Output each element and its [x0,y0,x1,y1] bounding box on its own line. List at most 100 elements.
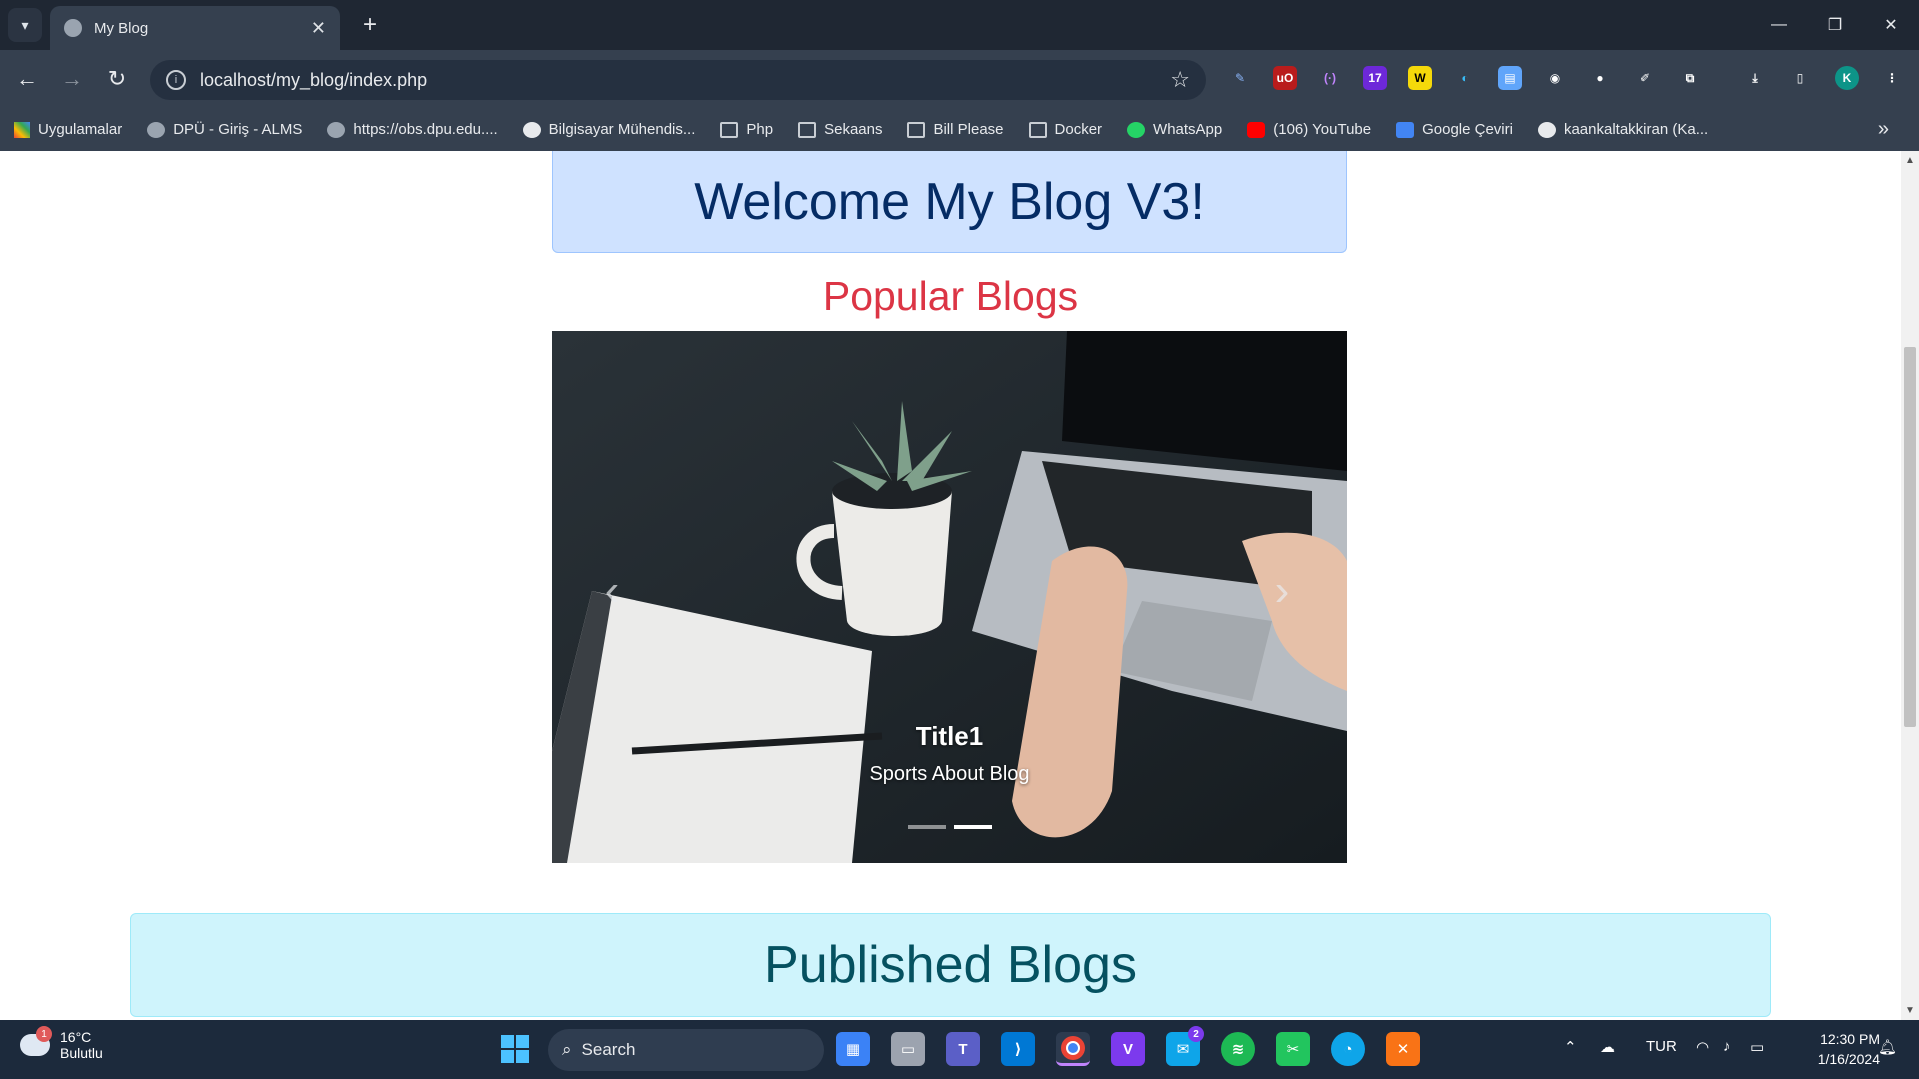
bookmark-label: Google Çeviri [1422,121,1513,138]
start-button[interactable] [498,1032,532,1066]
bookmark-folder-bill-please[interactable]: Bill Please [907,121,1004,138]
whatsapp-icon [1127,121,1146,138]
more-bookmarks-icon[interactable]: » [1878,118,1889,141]
menu-icon[interactable]: ⋮ [1880,66,1904,90]
carousel-indicator-1[interactable] [907,825,946,829]
bookmarks-bar: Uygulamalar DPÜ - Giriş - ALMS https://o… [0,108,1919,151]
ext-eyedropper-icon[interactable]: ✐ [1633,66,1657,90]
bookmark-folder-docker[interactable]: Docker [1028,121,1102,138]
ext-w-icon[interactable]: W [1408,66,1432,90]
tab-title: My Blog [94,19,149,37]
carousel-indicator-2[interactable] [953,825,992,829]
ext-pen-icon[interactable]: ✎ [1228,66,1252,90]
file-explorer-icon[interactable]: ▭ [891,1032,925,1066]
ext-circle-icon[interactable]: ◉ [1543,66,1567,90]
extensions-icon[interactable]: ⧉ [1678,66,1702,90]
popular-blogs-heading: Popular Blogs [822,273,1079,319]
teams-icon[interactable]: T [946,1032,980,1066]
ext-doc-icon[interactable]: ▤ [1498,66,1522,90]
minimize-button[interactable]: — [1751,0,1807,50]
blog-carousel: ‹ › Title1 Sports About Blog [552,331,1347,863]
new-tab-button[interactable]: + [355,10,385,40]
xampp-icon[interactable]: ✕ [1386,1032,1420,1066]
ext-radio-icon[interactable]: (·) [1318,66,1342,90]
ext-wave-icon[interactable]: ◐ [1453,66,1477,90]
battery-icon[interactable]: ▭ [1750,1038,1764,1056]
ext-record-icon[interactable]: ● [1588,66,1612,90]
bookmark-apps[interactable]: Uygulamalar [14,121,122,138]
carousel-caption-text: Sports About Blog [869,763,1030,785]
youtube-icon [1247,121,1266,138]
page-content: Welcome My Blog V3! Popular Blogs ‹ › Ti… [0,151,1901,1020]
windows-taskbar: 1 16°C Bulutlu ⌕ Search ▦ ▭ T ⟩ V ✉ 2 ≋ ✂… [0,1020,1919,1079]
docker-icon[interactable]: ◔ [1331,1032,1365,1066]
restore-button[interactable]: ❐ [1807,0,1863,50]
published-blogs-banner: Published Blogs [130,913,1771,1017]
bookmark-star-icon[interactable]: ☆ [1170,67,1190,93]
bookmark-google-ceviri[interactable]: Google Çeviri [1396,121,1513,138]
bookmark-youtube[interactable]: (106) YouTube [1247,121,1371,138]
globe-icon [147,121,166,138]
bookmark-label: Bill Please [933,121,1004,138]
show-hidden-icons-chevron-icon[interactable]: ⌃ [1564,1038,1577,1056]
translate-icon [1396,121,1415,138]
chrome-icon[interactable] [1056,1032,1090,1066]
clock-time: 12:30 PM [1820,1031,1880,1047]
app-store-icon[interactable]: ▦ [836,1032,870,1066]
bookmark-bilgisayar[interactable]: Bilgisayar Mühendis... [522,121,695,138]
scroll-up-arrow-icon[interactable]: ▲ [1905,155,1915,166]
folder-icon [720,121,739,138]
tab-search-button[interactable]: ▾ [8,8,42,42]
windows-logo-icon [501,1035,529,1063]
page-scrollbar[interactable]: ▲ ▼ [1901,151,1919,1020]
profile-avatar[interactable]: K [1835,66,1859,90]
clock-date: 1/16/2024 [1817,1051,1880,1067]
site-icon [522,121,541,138]
bookmark-dpu-alms[interactable]: DPÜ - Giriş - ALMS [147,121,302,138]
scroll-down-arrow-icon[interactable]: ▼ [1905,1005,1915,1016]
ext-badge-icon[interactable]: 17 [1363,66,1387,90]
notification-bell-icon[interactable]: 🔔︎ [1878,1038,1897,1056]
bookmark-label: (106) YouTube [1273,121,1372,138]
ext-badge-count: 17 [1368,71,1382,85]
close-window-button[interactable]: ✕ [1863,0,1919,50]
onedrive-cloud-icon[interactable]: ☁ [1600,1038,1615,1056]
cloud-icon: 1 [20,1026,52,1056]
weather-widget[interactable]: 1 16°C Bulutlu [20,1026,103,1061]
scroll-thumb[interactable] [1904,347,1916,727]
url-text: localhost/my_blog/index.php [200,69,428,90]
spotify-icon[interactable]: ≋ [1221,1032,1255,1066]
tab-my-blog[interactable]: My Blog ✕ [50,6,340,50]
weather-temp: 16°C [60,1029,92,1045]
bookmark-folder-php[interactable]: Php [720,121,773,138]
download-icon[interactable]: ⤓ [1743,66,1767,90]
mail-icon[interactable]: ✉ 2 [1166,1026,1204,1066]
snipping-tool-icon[interactable]: ✂ [1276,1032,1310,1066]
back-button[interactable]: ← [12,64,42,94]
ublock-icon[interactable]: uO [1273,66,1297,90]
taskbar-search[interactable]: ⌕ Search [548,1029,824,1071]
carousel-prev-button[interactable]: ‹ [592,561,632,621]
search-icon: ⌕ [562,1040,572,1059]
side-panel-icon[interactable]: ▯ [1788,66,1812,90]
bookmark-whatsapp[interactable]: WhatsApp [1127,121,1222,138]
forward-button[interactable]: → [57,64,87,94]
carousel-next-button[interactable]: › [1262,561,1302,621]
site-info-icon[interactable]: i [166,70,186,90]
volume-icon[interactable]: ♪ [1723,1038,1731,1055]
bookmark-folder-sekaans[interactable]: Sekaans [798,121,882,138]
visual-studio-icon[interactable]: V [1111,1032,1145,1066]
reload-button[interactable]: ↻ [102,64,132,94]
wifi-icon[interactable]: ◠ [1696,1038,1709,1056]
language-indicator[interactable]: TUR [1646,1038,1677,1055]
folder-icon [907,121,926,138]
bookmark-label: Php [746,121,774,138]
close-tab-icon[interactable]: ✕ [311,18,326,39]
bookmark-obs[interactable]: https://obs.dpu.edu.... [327,121,498,138]
bookmark-github[interactable]: kaankaltakkiran (Ka... [1537,121,1708,138]
mail-badge: 2 [1188,1026,1204,1042]
vscode-icon[interactable]: ⟩ [1001,1032,1035,1066]
system-clock[interactable]: 12:30 PM 1/16/2024 [1790,1029,1880,1069]
address-bar[interactable]: i localhost/my_blog/index.php ☆ [150,60,1206,100]
chevron-down-icon: ▾ [21,16,29,33]
